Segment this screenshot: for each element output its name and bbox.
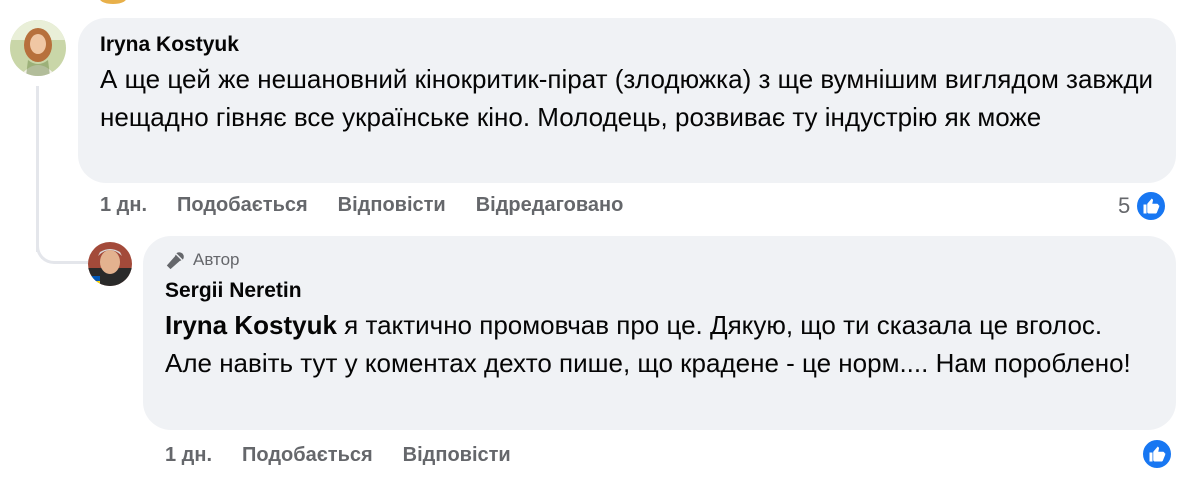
reaction-count: 5 <box>1118 193 1131 218</box>
like-button[interactable]: Подобається <box>177 194 308 217</box>
comment-text: А ще цей же нешановний кінокритик-пірат … <box>100 64 1154 132</box>
reply-actions: 1 дн. Подобається Відповісти <box>165 444 541 467</box>
edited-label[interactable]: Відредаговано <box>476 194 624 217</box>
comment-author[interactable]: Iryna Kostyuk <box>100 32 1154 58</box>
thumbs-up-icon <box>1140 437 1174 471</box>
reply-reactions[interactable] <box>1140 437 1174 471</box>
comment-timestamp[interactable]: 1 дн. <box>100 194 147 217</box>
author-badge-label: Автор <box>193 250 240 269</box>
avatar-iryna-kostyuk[interactable] <box>10 20 66 76</box>
comment-reactions[interactable]: 5 <box>1118 189 1169 223</box>
comment-actions: 1 дн. Подобається Відповісти Відредагова… <box>100 194 653 217</box>
reply-author[interactable]: Sergii Neretin <box>165 278 1154 304</box>
reply-timestamp[interactable]: 1 дн. <box>165 444 212 467</box>
reply-text: Iryna Kostyuk я тактично промовчав про ц… <box>165 306 1154 382</box>
reply-like-button[interactable]: Подобається <box>242 444 373 467</box>
reply-bubble: Автор Sergii Neretin Iryna Kostyuk я так… <box>143 236 1176 430</box>
comment-bubble: Iryna Kostyuk А ще цей же нешановний кін… <box>78 18 1176 183</box>
author-badge: Автор <box>165 248 1154 272</box>
reply-button[interactable]: Відповісти <box>338 194 446 217</box>
previous-reaction-icon <box>100 0 126 4</box>
reply-reply-button[interactable]: Відповісти <box>403 444 511 467</box>
microphone-icon <box>166 252 184 270</box>
thread-line-curve <box>36 228 88 264</box>
mention-link[interactable]: Iryna Kostyuk <box>165 310 337 340</box>
avatar-sergii-neretin[interactable] <box>88 242 132 286</box>
thumbs-up-icon <box>1134 189 1169 223</box>
